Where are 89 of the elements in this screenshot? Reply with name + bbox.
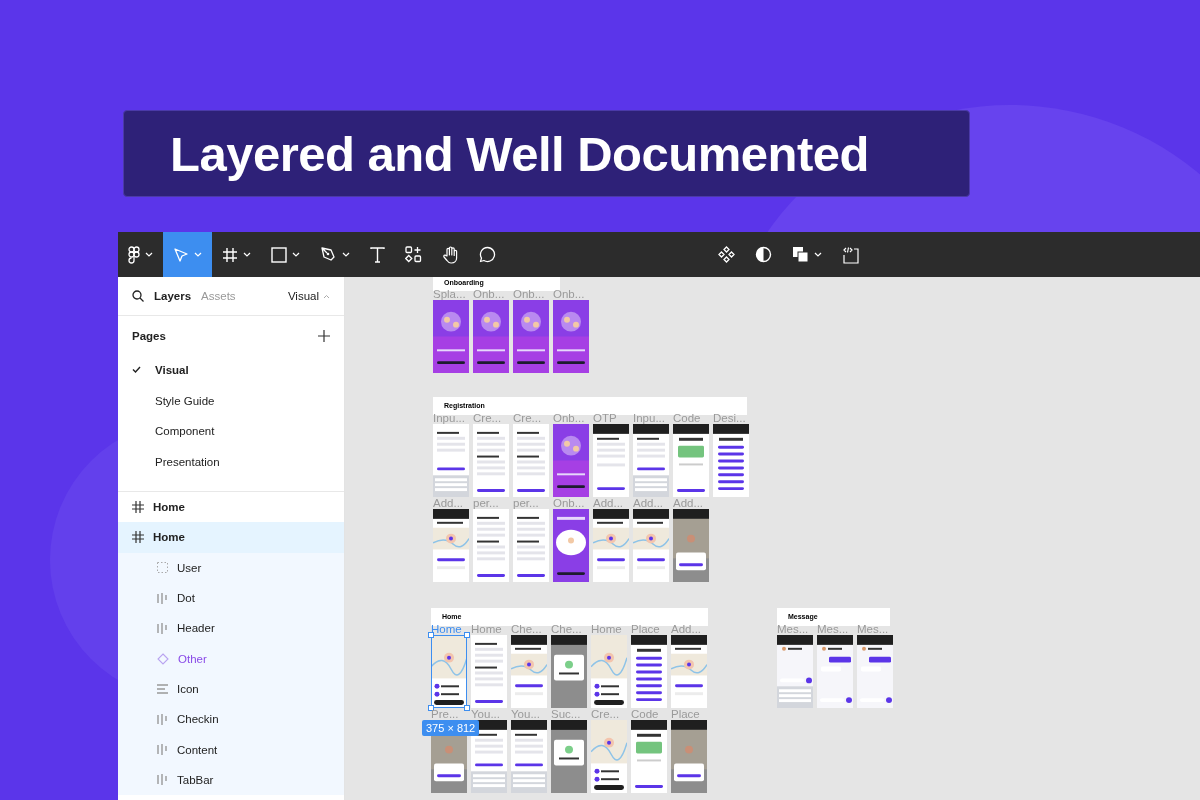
check-icon — [132, 366, 141, 373]
caret-icon — [243, 252, 251, 257]
layer-row[interactable]: User — [118, 552, 344, 583]
layer-row[interactable]: Icon — [118, 673, 344, 705]
search-icon[interactable] — [132, 290, 144, 302]
code-view-icon — [842, 245, 860, 264]
dashed-square-icon — [157, 562, 168, 574]
overlapping-squares-icon — [792, 246, 809, 263]
frame-label[interactable]: Che... — [511, 623, 547, 635]
caret-icon — [323, 293, 330, 299]
frame-label[interactable]: Add... — [671, 623, 707, 635]
frame-label[interactable]: Onb... — [513, 288, 549, 300]
layer-row[interactable]: Dot — [118, 582, 344, 614]
frame-label[interactable]: Cre... — [591, 708, 627, 720]
frame-label[interactable]: Inpu... — [433, 412, 469, 424]
frame-label[interactable]: Place — [631, 623, 667, 635]
frame-label[interactable]: Cre... — [473, 412, 509, 424]
autolayout-icon — [157, 592, 168, 604]
page-item[interactable]: Style Guide — [118, 385, 344, 416]
component-icon — [718, 246, 735, 263]
frame-icon — [222, 246, 238, 263]
frame-label[interactable]: Mes... — [857, 623, 893, 635]
frame-label[interactable]: Add... — [593, 497, 629, 509]
frame-label[interactable]: Mes... — [777, 623, 813, 635]
frame-label[interactable]: Mes... — [817, 623, 853, 635]
frame-label[interactable]: Onb... — [553, 497, 589, 509]
frame-label[interactable]: Spla... — [433, 288, 469, 300]
autolayout-icon — [157, 713, 168, 725]
headline: Layered and Well Documented — [123, 110, 970, 197]
page-dropdown[interactable]: Visual — [287, 290, 330, 302]
autolayout-icon — [157, 622, 168, 634]
layer-row[interactable]: Other — [118, 643, 344, 674]
layer-row[interactable]: Home — [118, 522, 344, 553]
pen-icon — [320, 246, 337, 263]
frame-label[interactable]: Code — [631, 708, 667, 720]
layer-row[interactable]: Content — [118, 734, 344, 765]
frame-label[interactable]: Code — [673, 412, 709, 424]
frame-label[interactable]: per... — [513, 497, 549, 509]
frame-label[interactable]: Add... — [433, 497, 469, 509]
layer-row[interactable]: Home — [118, 492, 344, 523]
shapes-grid-icon — [405, 246, 422, 263]
layer-row[interactable]: TabBar — [118, 764, 344, 795]
frame-label[interactable]: per... — [473, 497, 509, 509]
add-icon[interactable] — [318, 330, 330, 342]
frame-label[interactable]: Cre... — [513, 412, 549, 424]
frame-label[interactable]: Place — [671, 708, 707, 720]
frame-label[interactable]: Che... — [551, 623, 587, 635]
frame-label[interactable]: Inpu... — [633, 412, 669, 424]
frame-label[interactable]: Pre... — [431, 708, 467, 720]
frame-label[interactable]: Onb... — [553, 412, 589, 424]
diamond-icon — [157, 652, 169, 665]
contrast-icon — [755, 246, 772, 263]
cursor-icon — [173, 246, 189, 263]
frame-label[interactable]: Onb... — [473, 288, 509, 300]
frame-label[interactable]: Suc... — [551, 708, 587, 720]
caret-icon — [145, 252, 153, 257]
frame-label[interactable]: Home — [431, 623, 467, 635]
hand-icon — [442, 245, 459, 264]
frame-label[interactable]: Desi... — [713, 412, 749, 424]
caret-icon — [814, 252, 822, 257]
panel-tab[interactable]: Assets — [201, 290, 236, 302]
autolayout-icon — [157, 774, 168, 786]
logo-icon — [128, 245, 140, 264]
caret-icon — [342, 252, 350, 257]
panel-tab[interactable]: Layers — [154, 290, 192, 302]
page-item[interactable]: Presentation — [118, 446, 344, 477]
frame-label[interactable]: Home — [471, 623, 507, 635]
frame-label[interactable]: Home — [591, 623, 627, 635]
frame-label[interactable]: You... — [471, 708, 507, 720]
caret-icon — [194, 252, 202, 257]
layer-row[interactable]: Checkin — [118, 704, 344, 735]
lines-icon — [157, 683, 168, 694]
frame-label[interactable]: Add... — [673, 497, 709, 509]
page-item[interactable]: Component — [118, 416, 344, 447]
comment-icon — [479, 246, 496, 263]
frame-icon — [132, 501, 144, 514]
frame-label[interactable]: Add... — [633, 497, 669, 509]
rectangle-icon — [271, 246, 287, 263]
frame-label[interactable]: OTP — [593, 412, 629, 424]
frame-label[interactable]: Onb... — [553, 288, 589, 300]
page-item[interactable]: Visual — [118, 355, 344, 386]
layer-row[interactable]: Header — [118, 613, 344, 644]
pages-heading: Pages — [132, 330, 166, 342]
caret-icon — [292, 252, 300, 257]
autolayout-icon — [157, 744, 168, 755]
text-tool-icon — [370, 246, 385, 263]
frame-icon — [132, 531, 144, 544]
size-label: 375 × 812 — [422, 720, 480, 736]
frame-label[interactable]: You... — [511, 708, 547, 720]
